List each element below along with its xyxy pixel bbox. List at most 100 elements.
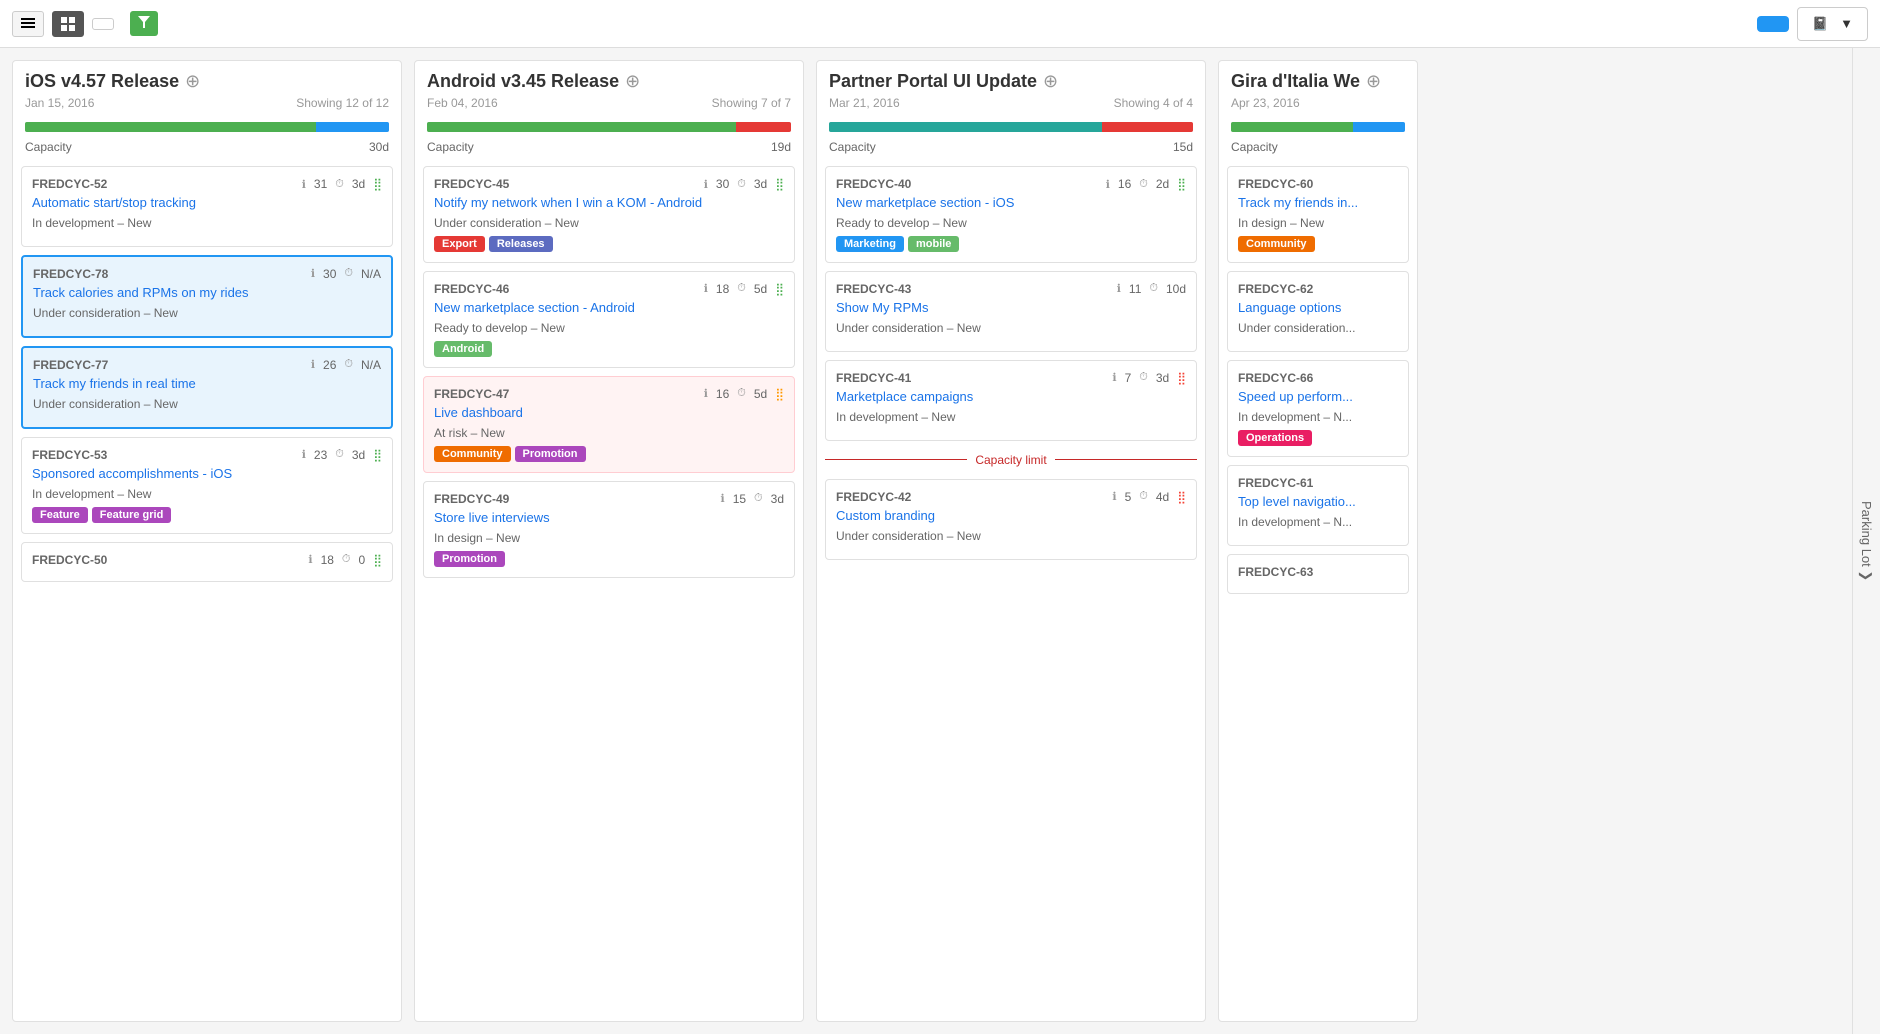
card-title[interactable]: Speed up perform... <box>1238 389 1398 406</box>
card[interactable]: FREDCYC-50 ℹ 18 ⏱ 0 ⣿ <box>21 542 393 582</box>
info-icon: ℹ <box>721 492 725 505</box>
tag[interactable]: Export <box>434 236 485 252</box>
legend-button[interactable] <box>92 18 114 30</box>
card-time: 5d <box>754 387 767 401</box>
tag[interactable]: mobile <box>908 236 959 252</box>
card-title[interactable]: Notify my network when I win a KOM - And… <box>434 195 784 212</box>
card[interactable]: FREDCYC-42 ℹ 5 ⏱ 4d ⣿ Custom branding Un… <box>825 479 1197 560</box>
card[interactable]: FREDCYC-47 ℹ 16 ⏱ 5d ⣿ Live dashboard At… <box>423 376 795 473</box>
card[interactable]: FREDCYC-60 Track my friends in... In des… <box>1227 166 1409 263</box>
tag[interactable]: Feature <box>32 507 88 523</box>
card[interactable]: FREDCYC-53 ℹ 23 ⏱ 3d ⣿ Sponsored accompl… <box>21 437 393 534</box>
card[interactable]: FREDCYC-63 <box>1227 554 1409 594</box>
people-icon: ⣿ <box>775 177 784 191</box>
capacity-value: 19d <box>771 140 791 154</box>
people-icon: ⣿ <box>1177 490 1186 504</box>
card-title[interactable]: Track my friends in... <box>1238 195 1398 212</box>
clock-icon: ⏱ <box>737 178 746 191</box>
tag[interactable]: Operations <box>1238 430 1312 446</box>
tag[interactable]: Community <box>434 446 511 462</box>
tag[interactable]: Releases <box>489 236 553 252</box>
capacity-bar <box>25 122 389 132</box>
column-date: Apr 23, 2016 <box>1231 96 1300 110</box>
card[interactable]: FREDCYC-45 ℹ 30 ⏱ 3d ⣿ Notify my network… <box>423 166 795 263</box>
card[interactable]: FREDCYC-40 ℹ 16 ⏱ 2d ⣿ New marketplace s… <box>825 166 1197 263</box>
card[interactable]: FREDCYC-62 Language options Under consid… <box>1227 271 1409 352</box>
card-score: 15 <box>733 492 746 506</box>
card-title[interactable]: Show My RPMs <box>836 300 1186 317</box>
card[interactable]: FREDCYC-49 ℹ 15 ⏱ 3d Store live intervie… <box>423 481 795 578</box>
card-tags: Promotion <box>434 551 784 567</box>
add-to-column-button[interactable]: ⊕ <box>625 71 640 92</box>
card[interactable]: FREDCYC-43 ℹ 11 ⏱ 10d Show My RPMs Under… <box>825 271 1197 352</box>
parking-lot-sidebar[interactable]: Parking Lot ❯ <box>1852 48 1880 1034</box>
card-title[interactable]: Custom branding <box>836 508 1186 525</box>
people-icon: ⣿ <box>1177 371 1186 385</box>
card-tags: Community <box>1238 236 1398 252</box>
info-icon: ℹ <box>311 358 315 371</box>
grid-view-button[interactable] <box>52 11 84 37</box>
add-to-column-button[interactable]: ⊕ <box>1366 71 1381 92</box>
card-status: Under consideration – New <box>33 306 381 320</box>
card[interactable]: FREDCYC-77 ℹ 26 ⏱ N/A Track my friends i… <box>21 346 393 429</box>
tag[interactable]: Promotion <box>434 551 505 567</box>
card-header: FREDCYC-66 <box>1238 371 1398 385</box>
card-title[interactable]: Store live interviews <box>434 510 784 527</box>
capacity-text: Capacity <box>1231 140 1278 154</box>
column-date: Mar 21, 2016 <box>829 96 900 110</box>
card[interactable]: FREDCYC-41 ℹ 7 ⏱ 3d ⣿ Marketplace campai… <box>825 360 1197 441</box>
column-date: Jan 15, 2016 <box>25 96 94 110</box>
column-meta: Jan 15, 2016 Showing 12 of 12 <box>25 96 389 110</box>
board-container: iOS v4.57 Release ⊕ Jan 15, 2016 Showing… <box>0 48 1880 1034</box>
tag[interactable]: Community <box>1238 236 1315 252</box>
card-score: 11 <box>1129 282 1141 296</box>
card-stats: ℹ 31 ⏱ 3d ⣿ <box>302 177 382 191</box>
card[interactable]: FREDCYC-46 ℹ 18 ⏱ 5d ⣿ New marketplace s… <box>423 271 795 368</box>
card-title[interactable]: Top level navigatio... <box>1238 494 1398 511</box>
clock-icon: ⏱ <box>344 267 353 280</box>
card-header: FREDCYC-53 ℹ 23 ⏱ 3d ⣿ <box>32 448 382 462</box>
card[interactable]: FREDCYC-61 Top level navigatio... In dev… <box>1227 465 1409 546</box>
clock-icon: ⏱ <box>737 282 746 295</box>
column-meta: Apr 23, 2016 <box>1231 96 1405 110</box>
notebook-icon: 📓 <box>1812 16 1828 32</box>
column-title-text: iOS v4.57 Release <box>25 71 179 92</box>
column-header: Android v3.45 Release ⊕ Feb 04, 2016 Sho… <box>415 61 803 116</box>
card-title[interactable]: Sponsored accomplishments - iOS <box>32 466 382 483</box>
card-status: Ready to develop – New <box>836 216 1186 230</box>
info-icon: ℹ <box>308 553 312 566</box>
card-title[interactable]: New marketplace section - iOS <box>836 195 1186 212</box>
card-status: In development – N... <box>1238 515 1398 529</box>
filter-button[interactable] <box>130 11 158 36</box>
card-title[interactable]: Track my friends in real time <box>33 376 381 393</box>
column-cards: FREDCYC-60 Track my friends in... In des… <box>1219 162 1417 1021</box>
people-icon: ⣿ <box>775 282 784 296</box>
tag[interactable]: Marketing <box>836 236 904 252</box>
card-title[interactable]: Track calories and RPMs on my rides <box>33 285 381 302</box>
tag[interactable]: Feature grid <box>92 507 172 523</box>
card-title[interactable]: Marketplace campaigns <box>836 389 1186 406</box>
card[interactable]: FREDCYC-66 Speed up perform... In develo… <box>1227 360 1409 457</box>
column-col3: Partner Portal UI Update ⊕ Mar 21, 2016 … <box>816 60 1206 1022</box>
card-title[interactable]: Language options <box>1238 300 1398 317</box>
add-to-column-button[interactable]: ⊕ <box>1043 71 1058 92</box>
card-title[interactable]: Automatic start/stop tracking <box>32 195 382 212</box>
card-id: FREDCYC-53 <box>32 448 107 462</box>
list-view-button[interactable] <box>12 11 44 37</box>
card-stats: ℹ 11 ⏱ 10d <box>1117 282 1186 296</box>
info-icon: ℹ <box>704 387 708 400</box>
card-score: 26 <box>323 358 336 372</box>
add-to-column-button[interactable]: ⊕ <box>185 71 200 92</box>
card[interactable]: FREDCYC-78 ℹ 30 ⏱ N/A Track calories and… <box>21 255 393 338</box>
card-stats: ℹ 18 ⏱ 0 ⣿ <box>308 553 382 567</box>
card-title[interactable]: New marketplace section - Android <box>434 300 784 317</box>
card-header: FREDCYC-46 ℹ 18 ⏱ 5d ⣿ <box>434 282 784 296</box>
tag[interactable]: Promotion <box>515 446 586 462</box>
card-id: FREDCYC-63 <box>1238 565 1313 579</box>
new-release-button[interactable] <box>1757 16 1789 32</box>
card-score: 7 <box>1125 371 1132 385</box>
add-to-notebook-button[interactable]: 📓 ▼ <box>1797 7 1868 41</box>
card[interactable]: FREDCYC-52 ℹ 31 ⏱ 3d ⣿ Automatic start/s… <box>21 166 393 247</box>
tag[interactable]: Android <box>434 341 492 357</box>
card-title[interactable]: Live dashboard <box>434 405 784 422</box>
